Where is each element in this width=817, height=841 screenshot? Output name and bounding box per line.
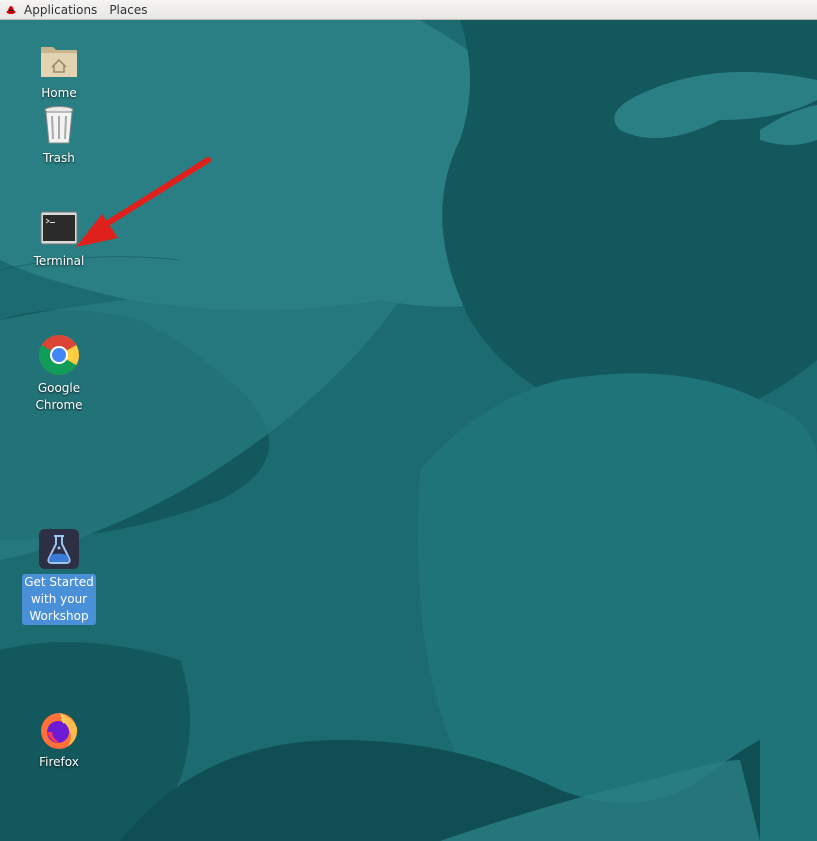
annotation-arrow	[76, 157, 211, 247]
applications-menu[interactable]: Applications	[0, 0, 103, 19]
redhat-logo-icon	[6, 6, 16, 14]
places-menu[interactable]: Places	[103, 0, 153, 19]
top-panel: Applications Places	[0, 0, 817, 20]
places-label: Places	[109, 2, 148, 17]
applications-label: Applications	[24, 2, 98, 17]
